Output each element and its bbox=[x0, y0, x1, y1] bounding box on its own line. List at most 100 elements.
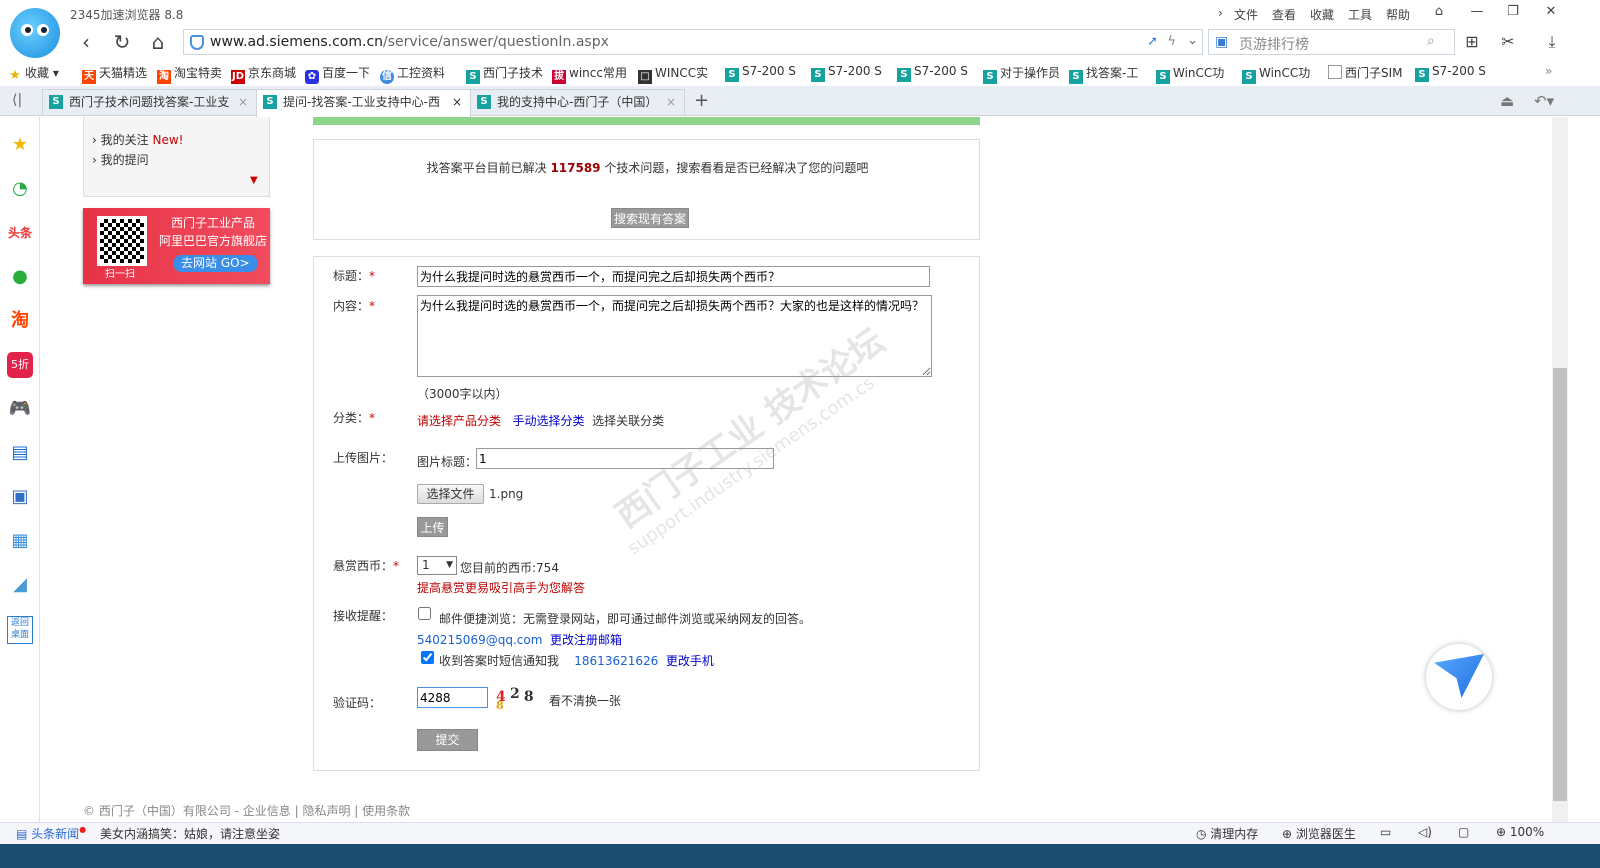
video-icon[interactable]: ▤ bbox=[7, 440, 33, 466]
zoom-level[interactable]: ⊕ 100% bbox=[1496, 825, 1544, 839]
chevron-down-icon[interactable]: ⌄ bbox=[1187, 33, 1198, 48]
bookmark-item[interactable]: S WinCC功 bbox=[1156, 64, 1224, 84]
hd-icon[interactable]: ▭ bbox=[1380, 825, 1391, 839]
close-icon[interactable]: × bbox=[666, 90, 676, 114]
change-phone-link[interactable]: 更改手机 bbox=[666, 654, 714, 668]
go-site-button[interactable]: 去网站 GO> bbox=[173, 255, 258, 272]
undo-icon[interactable]: ↶▾ bbox=[1534, 92, 1554, 110]
bookmark-item[interactable]: 信工控资料 bbox=[380, 64, 445, 84]
bookmark-item[interactable]: 西门子SIM bbox=[1328, 64, 1403, 81]
download-icon[interactable]: ⤓ bbox=[1540, 31, 1564, 55]
refresh-button[interactable]: ↻ bbox=[110, 31, 134, 55]
related-category-link[interactable]: 选择关联分类 bbox=[592, 414, 664, 428]
menu-favorites[interactable]: 收藏 bbox=[1310, 6, 1334, 23]
bookmark-item[interactable]: S S7-200 S bbox=[811, 64, 882, 82]
sms-notify-checkbox[interactable] bbox=[421, 651, 434, 664]
tab-ask-question[interactable]: S 提问-找答案-工业支持中心-西 × bbox=[256, 89, 471, 117]
lightning-icon[interactable]: ϟ bbox=[1167, 34, 1176, 49]
bookmark-item[interactable]: □ WINCC实 bbox=[638, 64, 708, 84]
menu-my-follow[interactable]: › 我的关注 New! bbox=[92, 131, 183, 148]
menu-view[interactable]: 查看 bbox=[1272, 6, 1296, 23]
deals-icon[interactable]: 5折 bbox=[7, 352, 33, 378]
volume-icon[interactable]: ◁) bbox=[1418, 825, 1432, 839]
search-answers-button[interactable]: 搜索现有答案 bbox=[611, 208, 689, 228]
email-address: 540215069@qq.com bbox=[417, 633, 543, 647]
change-email-link[interactable]: 更改注册邮箱 bbox=[550, 633, 622, 647]
search-engine-icon[interactable]: ▣ bbox=[1215, 34, 1228, 50]
bookmark-item[interactable]: 天天猫精选 bbox=[82, 64, 147, 84]
bookmark-item[interactable]: ✿ 百度一下 bbox=[305, 64, 370, 84]
sidebar-toggle-icon[interactable]: ⟨| bbox=[12, 92, 22, 108]
bookmark-item[interactable]: S WinCC功 bbox=[1242, 64, 1310, 84]
menu-my-questions[interactable]: › 我的提问 bbox=[92, 151, 149, 168]
bookmark-item[interactable]: 淘淘宝特卖 bbox=[157, 64, 222, 84]
bookmark-favorites[interactable]: ★ 收藏 ▾ bbox=[8, 64, 59, 83]
fullscreen-icon[interactable]: ▢ bbox=[1458, 825, 1469, 839]
new-tab-icon[interactable]: + bbox=[694, 90, 709, 111]
bookmark-item[interactable]: S S7-200 S bbox=[1415, 64, 1486, 82]
email-notify-checkbox[interactable] bbox=[418, 607, 431, 620]
captcha-label: 验证码： bbox=[333, 696, 382, 710]
bookmark-item[interactable]: S 找答案-工 bbox=[1069, 64, 1138, 84]
bookmark-item[interactable]: 拔 wincc常用 bbox=[552, 64, 627, 84]
reward-hint: 提高悬赏更易吸引高手为您解答 bbox=[417, 581, 586, 595]
browser-doctor-button[interactable]: ⊕ 浏览器医生 bbox=[1282, 825, 1356, 842]
captcha-refresh-link[interactable]: 看不清换一张 bbox=[549, 692, 621, 709]
tab-search-answers[interactable]: S 西门子技术问题找答案-工业支 × bbox=[42, 89, 257, 115]
star-icon[interactable]: ★ bbox=[7, 132, 33, 158]
select-product-category-link[interactable]: 请选择产品分类 bbox=[417, 414, 501, 428]
upload-button[interactable]: 上传 bbox=[417, 517, 448, 537]
computer-icon[interactable]: ▣ bbox=[7, 484, 33, 510]
home-button[interactable]: ⌂ bbox=[146, 31, 170, 55]
gamepad-icon[interactable]: 🎮 bbox=[7, 396, 33, 422]
news-link[interactable]: ▤ 头条新闻● bbox=[16, 825, 86, 842]
rocket-icon[interactable]: ➚ bbox=[1147, 34, 1158, 49]
taobao-icon[interactable]: 淘 bbox=[7, 308, 33, 334]
chevron-right-icon[interactable]: › bbox=[1218, 6, 1223, 20]
menu-help[interactable]: 帮助 bbox=[1386, 6, 1410, 23]
tmall-store-ad[interactable]: 扫一扫 西门子工业产品 阿里巴巴官方旗舰店 去网站 GO> bbox=[83, 208, 270, 284]
back-button[interactable]: ‹ bbox=[74, 31, 98, 55]
captcha-input[interactable] bbox=[417, 687, 488, 708]
minimize-button[interactable]: — bbox=[1466, 4, 1488, 22]
eraser-icon[interactable]: ◢ bbox=[7, 572, 33, 598]
search-input[interactable]: 页游排行榜 bbox=[1239, 34, 1309, 54]
address-bar[interactable]: www.ad.siemens.com.cn/service/answer/que… bbox=[183, 29, 1203, 55]
bookmark-item[interactable]: S 对于操作员 bbox=[983, 64, 1060, 84]
desktop-icon[interactable]: 返回桌面 bbox=[7, 616, 33, 644]
close-button[interactable]: ✕ bbox=[1540, 4, 1562, 22]
clock-icon[interactable]: ◔ bbox=[7, 176, 33, 202]
triangle-down-icon[interactable]: ▼ bbox=[250, 175, 258, 186]
bookmark-item[interactable]: S S7-200 S bbox=[897, 64, 968, 82]
close-icon[interactable]: × bbox=[238, 90, 248, 114]
bookmark-item[interactable]: JD 京东商城 bbox=[231, 64, 296, 84]
more-bookmarks-icon[interactable]: » bbox=[1545, 64, 1552, 78]
news-headline[interactable]: 美女内涵搞笑：姑娘，请注意坐姿 bbox=[100, 825, 280, 842]
reward-select[interactable]: 1 ▼ bbox=[417, 556, 457, 575]
scan-label: 扫一扫 bbox=[105, 269, 135, 280]
close-icon[interactable]: × bbox=[452, 90, 462, 114]
scrollbar-thumb[interactable] bbox=[1553, 368, 1567, 801]
bookmark-item[interactable]: S S7-200 S bbox=[725, 64, 796, 82]
restore-button[interactable]: ❐ bbox=[1502, 4, 1524, 22]
headlines-icon[interactable]: 头条 bbox=[7, 220, 33, 246]
clean-memory-button[interactable]: ◷ 清理内存 bbox=[1196, 825, 1258, 842]
baidu-icon: ✿ bbox=[305, 70, 319, 84]
apps-icon[interactable]: ⊞ bbox=[1460, 31, 1484, 55]
bookmark-item[interactable]: S 西门子技术 bbox=[466, 64, 543, 84]
manual-category-link[interactable]: 手动选择分类 bbox=[512, 414, 584, 428]
choose-file-button[interactable]: 选择文件 bbox=[417, 484, 484, 504]
dock-icon[interactable]: ⏏ bbox=[1500, 92, 1514, 110]
title-input[interactable] bbox=[417, 266, 930, 287]
search-icon[interactable]: ⌕ bbox=[1427, 33, 1435, 49]
menu-tools[interactable]: 工具 bbox=[1348, 6, 1372, 23]
calculator-icon[interactable]: ▦ bbox=[7, 528, 33, 554]
search-box[interactable]: ▣ 页游排行榜 ⌕ bbox=[1208, 29, 1455, 55]
skin-icon[interactable]: ⌂ bbox=[1428, 4, 1450, 22]
submit-button[interactable]: 提交 bbox=[417, 729, 478, 751]
wechat-icon[interactable]: ● bbox=[7, 264, 33, 290]
feedback-bird-icon[interactable] bbox=[1426, 644, 1492, 710]
tab-my-support[interactable]: S 我的支持中心-西门子（中国） × bbox=[470, 89, 685, 115]
menu-file[interactable]: 文件 bbox=[1234, 6, 1258, 23]
scissors-icon[interactable]: ✂ bbox=[1496, 31, 1520, 55]
